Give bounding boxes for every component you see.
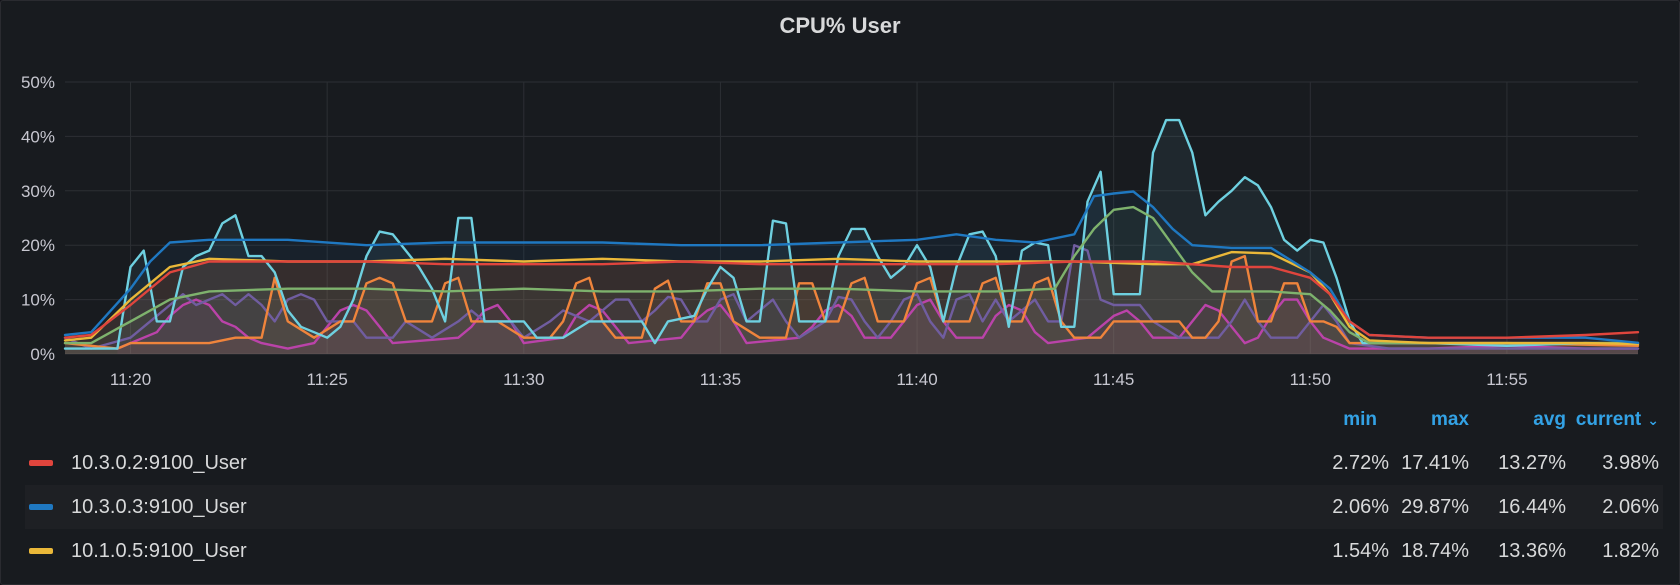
x-tick-label: 11:20 <box>110 370 151 389</box>
x-tick-label: 11:30 <box>503 370 544 389</box>
series-color-swatch[interactable] <box>29 504 53 510</box>
y-axis: 0% 10% 20% 30% 40% 50% <box>21 73 55 364</box>
x-tick-label: 11:45 <box>1093 370 1134 389</box>
stat-avg: 16.44% <box>1498 496 1566 518</box>
legend-header: min max avg current ⌄ <box>25 401 1663 441</box>
stat-max: 29.87% <box>1401 496 1469 518</box>
y-tick-label: 0% <box>30 345 55 364</box>
stat-min: 2.72% <box>1332 452 1389 474</box>
x-tick-label: 11:55 <box>1486 370 1527 389</box>
x-tick-label: 11:50 <box>1290 370 1331 389</box>
legend-header-max[interactable]: max <box>1431 409 1469 431</box>
stat-min: 1.54% <box>1332 540 1389 562</box>
series-name[interactable]: 10.1.0.5:9100_User <box>71 540 247 563</box>
stat-current: 3.98% <box>1602 452 1659 474</box>
stat-avg: 13.27% <box>1498 452 1566 474</box>
series-name[interactable]: 10.3.0.3:9100_User <box>71 496 247 519</box>
x-axis: 11:20 11:25 11:30 11:35 11:40 11:45 11:50 11:55 <box>110 370 1528 389</box>
stat-min: 2.06% <box>1332 496 1389 518</box>
stat-avg: 13.36% <box>1498 540 1566 562</box>
stat-max: 17.41% <box>1401 452 1469 474</box>
stat-current: 1.82% <box>1602 540 1659 562</box>
y-tick-label: 30% <box>21 182 55 201</box>
series-color-swatch[interactable] <box>29 460 53 466</box>
legend-row[interactable]: 10.3.0.2:9100_User 2.72% 17.41% 13.27% 3… <box>25 441 1663 485</box>
y-tick-label: 40% <box>21 127 55 146</box>
x-tick-label: 11:35 <box>700 370 741 389</box>
legend-header-min[interactable]: min <box>1343 409 1377 431</box>
y-tick-label: 50% <box>21 73 55 92</box>
x-tick-label: 11:25 <box>307 370 348 389</box>
legend-header-current-label: current <box>1575 409 1642 430</box>
y-tick-label: 10% <box>21 291 55 310</box>
x-tick-label: 11:40 <box>896 370 937 389</box>
legend-header-current[interactable]: current ⌄ <box>1576 409 1659 431</box>
chevron-down-icon: ⌄ <box>1647 412 1659 428</box>
series-color-swatch[interactable] <box>29 548 53 554</box>
cpu-user-panel: CPU% User 0% 10% 20% 30% 40% 50% 11:20 11:25 11… <box>0 0 1680 585</box>
legend-row[interactable]: 10.3.0.3:9100_User 2.06% 29.87% 16.44% 2… <box>25 485 1663 529</box>
y-tick-label: 20% <box>21 236 55 255</box>
legend-row[interactable]: 10.1.0.5:9100_User 1.54% 18.74% 13.36% 1… <box>25 529 1663 573</box>
stat-current: 2.06% <box>1602 496 1659 518</box>
time-series-plot[interactable]: 0%10%20%30%40%50% 11:20 11:25 11:30 11:35 11… <box>1 1 1680 401</box>
stat-max: 18.74% <box>1401 540 1469 562</box>
legend-header-avg[interactable]: avg <box>1533 409 1566 431</box>
series-area-fill <box>65 261 1638 354</box>
legend-table: min max avg current ⌄ 10.3.0.2:9100_User … <box>25 401 1663 573</box>
series-name[interactable]: 10.3.0.2:9100_User <box>71 452 247 475</box>
series-fills <box>65 120 1638 354</box>
